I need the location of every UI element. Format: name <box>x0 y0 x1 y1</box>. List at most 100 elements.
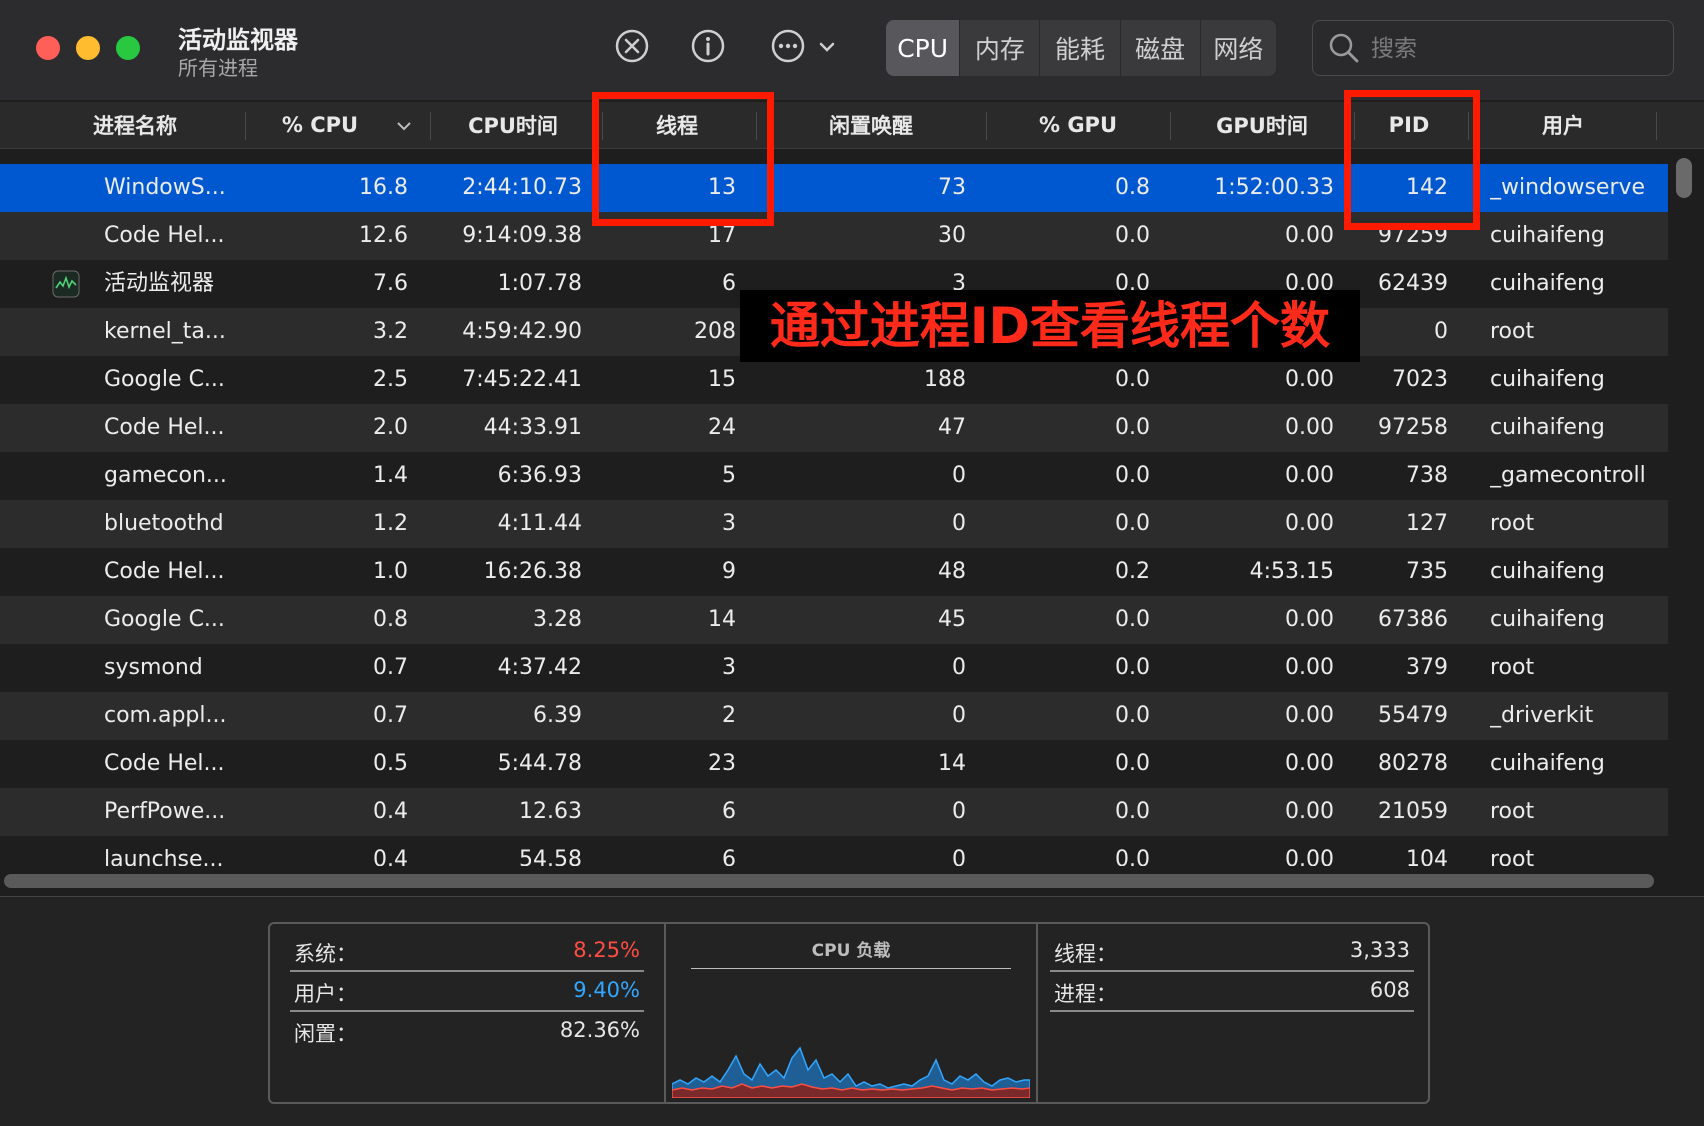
threads-value: 3,333 <box>1349 938 1410 962</box>
pid-cell: 62439 <box>1378 271 1448 296</box>
gpu-cell: 0.8 <box>1115 175 1150 200</box>
process-name-cell: launchse... <box>104 847 224 866</box>
app-subtitle[interactable]: 所有进程 <box>178 52 258 81</box>
user-cell: cuihaifeng <box>1490 751 1605 776</box>
table-row[interactable]: sysmond 0.7 4:37.42 3 0 0.0 0.00 379 root <box>0 644 1668 692</box>
process-name-cell: sysmond <box>104 655 203 680</box>
gpu-time-cell: 4:53.15 <box>1249 559 1334 584</box>
gpu-cell: 0.0 <box>1115 367 1150 392</box>
zoom-window-button[interactable] <box>116 36 140 60</box>
search-input[interactable] <box>1369 29 1663 69</box>
cpu-time-cell: 4:37.42 <box>497 655 582 680</box>
processes-label: 进程： <box>1054 982 1117 1006</box>
idle-wakeups-cell: 0 <box>952 847 966 866</box>
tab-disk[interactable]: 磁盘 <box>1121 20 1201 76</box>
user-stat: 用户： 9.40% <box>290 972 644 1012</box>
tab-cpu[interactable]: CPU <box>886 20 961 76</box>
pid-cell: 735 <box>1406 559 1448 584</box>
user-cell: cuihaifeng <box>1490 271 1605 296</box>
cpu-cell: 0.7 <box>373 703 408 728</box>
process-name-cell: PerfPowe... <box>104 799 226 824</box>
cpu-cell: 1.0 <box>373 559 408 584</box>
pid-cell: 379 <box>1406 655 1448 680</box>
column-header-idle-wakeups[interactable]: 闲置唤醒 <box>756 102 986 148</box>
pid-cell: 104 <box>1406 847 1448 866</box>
gpu-time-cell: 0.00 <box>1285 655 1334 680</box>
process-name-cell: bluetoothd <box>104 511 224 536</box>
threads-cell: 9 <box>722 559 736 584</box>
search-box[interactable] <box>1312 20 1674 76</box>
column-header-gpu-time[interactable]: GPU时间 <box>1170 102 1354 148</box>
gpu-time-cell: 1:52:00.33 <box>1214 175 1334 200</box>
table-row[interactable]: launchse... 0.4 54.58 6 0 0.0 0.00 104 root <box>0 836 1668 866</box>
stop-process-icon[interactable] <box>614 28 650 64</box>
column-header-gpu[interactable]: % GPU <box>986 102 1170 148</box>
pid-cell: 97258 <box>1378 415 1448 440</box>
tab-network[interactable]: 网络 <box>1201 20 1276 76</box>
threads-cell: 6 <box>722 847 736 866</box>
gpu-cell: 0.0 <box>1115 223 1150 248</box>
tab-energy[interactable]: 能耗 <box>1040 20 1121 76</box>
tab-memory[interactable]: 内存 <box>960 20 1041 76</box>
column-header-name[interactable]: 进程名称 <box>40 102 230 148</box>
horizontal-scrollbar[interactable] <box>4 874 1654 888</box>
table-row[interactable]: PerfPowe... 0.4 12.63 6 0 0.0 0.00 21059 root <box>0 788 1668 836</box>
idle-wakeups-cell: 188 <box>924 367 966 392</box>
table-row[interactable]: Code Hel... 1.0 16:26.38 9 48 0.2 4:53.15 735 cu… <box>0 548 1668 596</box>
table-row[interactable]: Code Hel... 0.5 5:44.78 23 14 0.0 0.00 80278 cui… <box>0 740 1668 788</box>
cpu-time-cell: 16:26.38 <box>483 559 582 584</box>
cpu-time-cell: 7:45:22.41 <box>462 367 582 392</box>
cpu-cell: 3.2 <box>373 319 408 344</box>
process-name-cell: 活动监视器 <box>104 271 215 296</box>
table-row[interactable]: com.appl... 0.7 6.39 2 0 0.0 0.00 55479 _driverk… <box>0 692 1668 740</box>
table-row[interactable]: Code Hel... 2.0 44:33.91 24 47 0.0 0.00 97258 cu… <box>0 404 1668 452</box>
process-name-cell: com.appl... <box>104 703 227 728</box>
chevron-down-icon[interactable] <box>816 36 838 58</box>
user-value: 9.40% <box>573 978 640 1002</box>
gpu-cell: 0.0 <box>1115 799 1150 824</box>
process-name-cell: WindowS... <box>104 175 226 200</box>
gpu-time-cell: 0.00 <box>1285 799 1334 824</box>
process-table: WindowS... 16.8 2:44:10.73 13 73 0.8 1:52:00.3… <box>0 164 1668 866</box>
gpu-time-cell: 0.00 <box>1285 847 1334 866</box>
process-name-cell: Code Hel... <box>104 559 225 584</box>
column-divider[interactable] <box>1656 112 1657 140</box>
vertical-scrollbar[interactable] <box>1676 158 1692 198</box>
table-row[interactable]: Google C... 2.5 7:45:22.41 15 188 0.0 0.00 7023… <box>0 356 1668 404</box>
user-cell: cuihaifeng <box>1490 559 1605 584</box>
column-header-user[interactable]: 用户 <box>1468 102 1658 148</box>
gpu-time-cell: 0.00 <box>1285 415 1334 440</box>
pid-cell: 21059 <box>1378 799 1448 824</box>
minimize-window-button[interactable] <box>76 36 100 60</box>
user-cell: cuihaifeng <box>1490 607 1605 632</box>
table-row[interactable]: gamecon... 1.4 6:36.93 5 0 0.0 0.00 738 _gamecon… <box>0 452 1668 500</box>
idle-wakeups-cell: 45 <box>938 607 966 632</box>
sort-descending-icon[interactable] <box>396 120 412 132</box>
app-title: 活动监视器 <box>178 26 298 54</box>
user-cell: _gamecontrolle <box>1490 463 1646 488</box>
table-row[interactable]: Google C... 0.8 3.28 14 45 0.0 0.00 67386 cuihai… <box>0 596 1668 644</box>
column-header-cpu[interactable]: % CPU <box>250 102 390 148</box>
cpu-cell: 2.5 <box>373 367 408 392</box>
cpu-cell: 0.4 <box>373 799 408 824</box>
pid-cell: 55479 <box>1378 703 1448 728</box>
cpu-time-cell: 4:11.44 <box>497 511 582 536</box>
cpu-time-cell: 3.28 <box>533 607 582 632</box>
activity-monitor-app-icon <box>52 270 80 298</box>
system-value: 8.25% <box>573 938 640 962</box>
pid-highlight-box <box>1344 90 1480 230</box>
user-label: 用户： <box>294 982 357 1006</box>
column-divider[interactable] <box>245 112 246 140</box>
cpu-time-cell: 5:44.78 <box>497 751 582 776</box>
more-actions-icon[interactable] <box>770 28 806 64</box>
pid-cell: 80278 <box>1378 751 1448 776</box>
table-row[interactable]: bluetoothd 1.2 4:11.44 3 0 0.0 0.00 127 root <box>0 500 1668 548</box>
cpu-time-cell: 6:36.93 <box>497 463 582 488</box>
gpu-cell: 0.0 <box>1115 847 1150 866</box>
info-icon[interactable] <box>690 28 726 64</box>
panel-divider <box>1036 924 1038 1102</box>
column-header-cpu-time[interactable]: CPU时间 <box>430 102 596 148</box>
close-window-button[interactable] <box>36 36 60 60</box>
pid-cell: 67386 <box>1378 607 1448 632</box>
threads-cell: 23 <box>708 751 736 776</box>
